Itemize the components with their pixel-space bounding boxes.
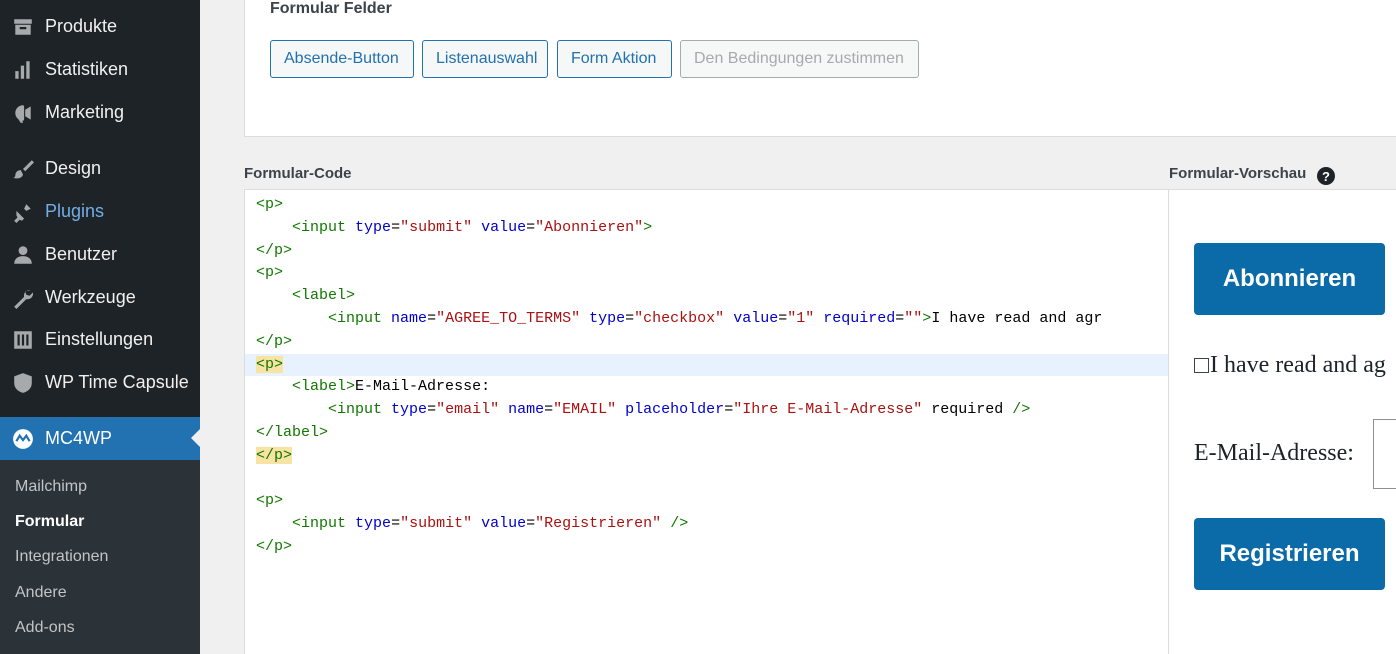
admin-sidebar: Produkte Statistiken Marketing Design Pl… [0,0,200,654]
megaphone-icon [0,91,45,134]
mc4wp-submenu: Mailchimp Formular Integrationen Andere … [0,460,200,654]
user-icon [0,233,45,276]
current-menu-arrow [191,429,200,447]
code-line[interactable]: <p> [245,262,1168,284]
sidebar-item-statistiken[interactable]: Statistiken [0,48,200,91]
code-line[interactable] [245,468,1168,490]
sidebar-item-label: Produkte [45,16,118,36]
submenu-item-andere[interactable]: Andere [15,584,67,602]
shield-icon [0,361,45,404]
submenu-item-formular[interactable]: Formular [15,513,84,531]
preview-register-button[interactable]: Registrieren [1194,518,1385,590]
sidebar-item-wp-time-capsule[interactable]: WP Time Capsule [0,361,200,404]
code-line[interactable]: </p> [245,240,1168,262]
sidebar-item-label: Statistiken [45,59,129,79]
help-icon[interactable]: ? [1317,167,1335,185]
sidebar-item-label: Marketing [45,102,125,122]
form-fields-title: Formular Felder [270,0,392,17]
code-line[interactable]: <input type="submit" value="Abonnieren"> [245,217,1168,239]
code-line[interactable]: <label> [245,285,1168,307]
archive-icon [0,5,45,48]
sidebar-item-einstellungen[interactable]: Einstellungen [0,318,200,361]
preview-email-input[interactable] [1373,419,1396,489]
sidebar-item-label: Design [45,158,102,178]
form-preview-title: Formular-Vorschau [1169,165,1307,182]
sidebar-item-label: Einstellungen [45,329,154,349]
sidebar-item-design[interactable]: Design [0,147,200,190]
submit-button-field-button[interactable]: Absende-Button [270,40,414,78]
code-line[interactable]: <p> [245,490,1168,512]
code-line[interactable]: <input name="AGREE_TO_TERMS" type="check… [245,308,1168,330]
code-line[interactable]: <label>E-Mail-Adresse: [245,376,1168,398]
sidebar-item-label: Plugins [45,201,105,221]
form-code-editor[interactable]: <p> <input type="submit" value="Abonnier… [244,189,1169,654]
code-line[interactable]: </p> [245,445,1168,467]
form-action-field-button[interactable]: Form Aktion [557,40,672,78]
code-line[interactable]: <p> [245,194,1168,216]
sidebar-item-label: Werkzeuge [45,287,136,307]
form-code-title: Formular-Code [244,165,352,182]
code-line[interactable]: </p> [245,331,1168,353]
sidebar-item-mc4wp[interactable]: MC4WP [0,417,200,460]
submenu-item-integrationen[interactable]: Integrationen [15,548,108,566]
submenu-item-mailchimp[interactable]: Mailchimp [15,478,87,496]
submenu-item-add-ons[interactable]: Add-ons [15,619,75,637]
sidebar-item-plugins[interactable]: Plugins [0,190,200,233]
wrench-icon [0,276,45,319]
sidebar-item-marketing[interactable]: Marketing [0,91,200,134]
sidebar-item-label: MC4WP [45,428,112,448]
preview-subscribe-button[interactable]: Abonnieren [1194,243,1385,315]
preview-email-label: E-Mail-Adresse: [1194,440,1354,466]
terms-checkbox[interactable] [1194,358,1209,373]
sidebar-item-label: WP Time Capsule [45,372,189,392]
code-line[interactable]: <input type="submit" value="Registrieren… [245,513,1168,535]
sidebar-item-werkzeuge[interactable]: Werkzeuge [0,276,200,319]
code-line[interactable]: </label> [245,422,1168,444]
sidebar-item-label: Benutzer [45,244,118,264]
sidebar-item-produkte[interactable]: Produkte [0,5,200,48]
preview-terms-line: I have read and ag [1194,352,1386,379]
chart-bar-icon [0,48,45,91]
sidebar-item-benutzer[interactable]: Benutzer [0,233,200,276]
code-line[interactable]: </p> [245,536,1168,558]
mc4wp-logo-icon [0,417,45,460]
list-choice-field-button[interactable]: Listenauswahl [422,40,548,78]
code-line[interactable]: <input type="email" name="EMAIL" placeho… [245,399,1168,421]
paintbrush-icon [0,147,45,190]
sliders-icon [0,318,45,361]
plug-icon [0,190,45,233]
preview-terms-text: I have read and ag [1210,352,1386,378]
form-preview: Abonnieren I have read and ag E-Mail-Adr… [1168,189,1396,654]
code-line[interactable]: <p> [245,353,1168,376]
agree-terms-field-button[interactable]: Den Bedingungen zustimmen [680,40,919,78]
